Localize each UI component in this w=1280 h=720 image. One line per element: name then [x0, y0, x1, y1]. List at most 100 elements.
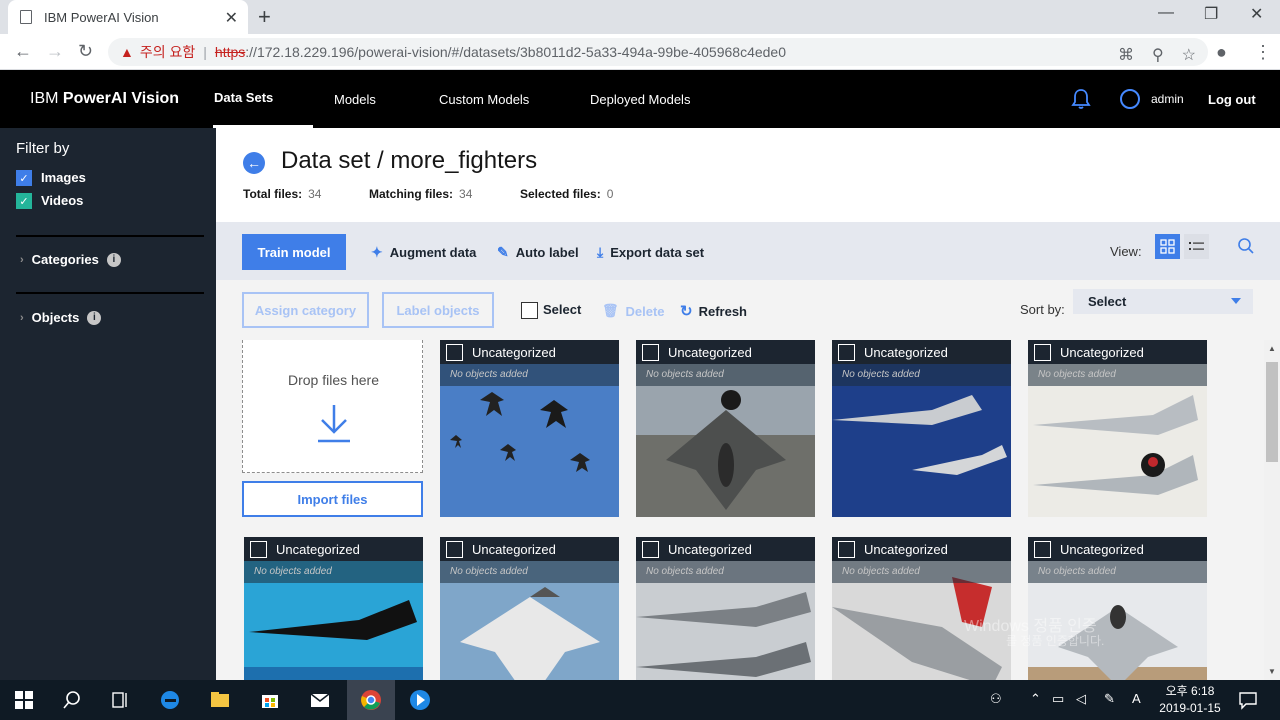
- scroll-down-icon[interactable]: ▼: [1268, 667, 1276, 676]
- assign-category-button[interactable]: Assign category: [242, 292, 369, 328]
- logout-link[interactable]: Log out: [1208, 92, 1256, 107]
- videos-checkbox[interactable]: ✓: [16, 193, 32, 209]
- auto-label-button[interactable]: ✎ Auto label: [497, 244, 579, 261]
- image-tile[interactable]: Uncategorized No objects added: [1028, 340, 1207, 517]
- browser-tab[interactable]: IBM PowerAI Vision ✕: [8, 0, 248, 34]
- search-icon[interactable]: [60, 688, 84, 712]
- chrome-icon[interactable]: [359, 688, 383, 712]
- new-tab-icon[interactable]: +: [258, 4, 271, 30]
- grid-view-icon[interactable]: [1155, 234, 1180, 259]
- train-model-button[interactable]: Train model: [242, 234, 346, 270]
- select-all-checkbox[interactable]: [521, 302, 538, 319]
- info-icon[interactable]: i: [106, 252, 121, 267]
- sort-by-label: Sort by:: [1020, 302, 1065, 317]
- augment-data-button[interactable]: ✦ Augment data: [371, 244, 476, 261]
- windows-start-icon[interactable]: [12, 688, 36, 712]
- info-icon[interactable]: i: [87, 310, 102, 325]
- input-method-icon[interactable]: A: [1132, 691, 1141, 706]
- tile-checkbox[interactable]: [446, 343, 463, 361]
- videos-filter-label[interactable]: Videos: [41, 193, 83, 208]
- minimize-icon[interactable]: —: [1158, 4, 1174, 22]
- chevron-right-icon: ›: [20, 253, 24, 266]
- reload-icon[interactable]: ↻: [78, 41, 93, 62]
- notifications-icon[interactable]: [1236, 688, 1260, 712]
- images-filter-label[interactable]: Images: [41, 170, 86, 185]
- image-tile[interactable]: Uncategorized No objects added: [1028, 537, 1207, 680]
- search-icon[interactable]: [1237, 237, 1255, 255]
- vertical-scrollbar[interactable]: ▲ ▼: [1264, 340, 1280, 680]
- zoom-icon[interactable]: ⚲: [1152, 45, 1164, 65]
- people-icon[interactable]: ⚇: [990, 691, 1002, 707]
- notification-bell-icon[interactable]: [1071, 88, 1091, 110]
- refresh-label: Refresh: [698, 303, 747, 319]
- total-files-value: 34: [308, 187, 322, 201]
- image-tile[interactable]: Uncategorized No objects added: [440, 537, 619, 680]
- translate-icon[interactable]: ⌘: [1118, 45, 1134, 65]
- store-icon[interactable]: [258, 688, 282, 712]
- forward-arrow-icon[interactable]: →: [46, 41, 64, 62]
- menu-kebab-icon[interactable]: ⋮: [1254, 42, 1272, 63]
- tile-objects: No objects added: [636, 561, 815, 583]
- scroll-up-icon[interactable]: ▲: [1268, 344, 1276, 353]
- tile-objects: No objects added: [440, 364, 619, 386]
- tile-checkbox[interactable]: [642, 540, 659, 558]
- sort-select[interactable]: Select: [1073, 289, 1253, 314]
- tile-header: Uncategorized: [1028, 537, 1207, 561]
- tile-checkbox[interactable]: [250, 540, 267, 558]
- drop-zone[interactable]: Drop files here: [242, 340, 423, 473]
- network-icon[interactable]: ▭: [1052, 691, 1064, 707]
- volume-icon[interactable]: ◁: [1076, 691, 1086, 707]
- edge-browser-icon[interactable]: [158, 688, 182, 712]
- app-arrow-icon[interactable]: [408, 688, 432, 712]
- nav-custom-models[interactable]: Custom Models: [439, 92, 529, 107]
- image-tile[interactable]: Uncategorized No objects added: [832, 340, 1011, 517]
- user-avatar-icon[interactable]: [1120, 89, 1140, 109]
- restore-icon[interactable]: ❐: [1204, 4, 1218, 24]
- file-explorer-icon[interactable]: [208, 688, 232, 712]
- nav-deployed-models[interactable]: Deployed Models: [590, 92, 690, 107]
- close-window-icon[interactable]: ✕: [1250, 4, 1263, 24]
- brand-logo[interactable]: IBM PowerAI Vision: [30, 90, 179, 108]
- secondary-toolbar: Assign category Label objects Select 🗑 De…: [216, 280, 1280, 340]
- pen-icon[interactable]: ✎: [1104, 691, 1115, 707]
- image-tile[interactable]: Uncategorized No objects added: [636, 340, 815, 517]
- image-tile[interactable]: Uncategorized No objects added: [832, 537, 1011, 680]
- back-arrow-icon[interactable]: ←: [14, 41, 32, 62]
- nav-data-sets[interactable]: Data Sets: [214, 90, 273, 105]
- list-view-icon[interactable]: [1184, 234, 1209, 259]
- image-tile[interactable]: Uncategorized No objects added: [636, 537, 815, 680]
- tile-checkbox[interactable]: [838, 540, 855, 558]
- select-all-label[interactable]: Select: [543, 302, 581, 317]
- back-icon[interactable]: ←: [243, 152, 265, 174]
- mail-icon[interactable]: [308, 688, 332, 712]
- image-tile[interactable]: Uncategorized No objects added: [440, 340, 619, 517]
- profile-icon[interactable]: ●: [1216, 42, 1227, 63]
- images-checkbox[interactable]: ✓: [16, 170, 32, 186]
- windows-taskbar: ⚇ ⌃ ▭ ◁ ✎ A 오후 6:18 2019-01-15: [0, 680, 1280, 720]
- bookmark-star-icon[interactable]: ☆: [1182, 45, 1196, 65]
- username[interactable]: admin: [1151, 92, 1184, 106]
- tile-checkbox[interactable]: [838, 343, 855, 361]
- export-data-set-button[interactable]: ⤓ Export data set: [597, 244, 704, 261]
- label-objects-button[interactable]: Label objects: [382, 292, 494, 328]
- close-tab-icon[interactable]: ✕: [225, 8, 238, 28]
- tile-category: Uncategorized: [1060, 541, 1144, 557]
- system-clock[interactable]: 오후 6:18 2019-01-15: [1158, 683, 1222, 717]
- categories-section[interactable]: › Categories i: [20, 252, 121, 267]
- url-field[interactable]: ▲ 주의 요함 | https ://172.18.229.196/powera…: [108, 38, 1208, 66]
- task-view-icon[interactable]: [108, 688, 132, 712]
- refresh-button[interactable]: ↻ Refresh: [680, 302, 747, 320]
- security-warning[interactable]: 주의 요함: [140, 42, 195, 62]
- show-hidden-icons[interactable]: ⌃: [1030, 691, 1041, 707]
- import-files-button[interactable]: Import files: [242, 481, 423, 517]
- tile-checkbox[interactable]: [642, 343, 659, 361]
- scrollbar-thumb[interactable]: [1266, 362, 1278, 462]
- tile-checkbox[interactable]: [446, 540, 463, 558]
- image-tile[interactable]: Uncategorized No objects added: [244, 537, 423, 680]
- delete-button[interactable]: 🗑 Delete: [602, 303, 665, 319]
- objects-section[interactable]: › Objects i: [20, 310, 102, 325]
- primary-toolbar: Train model ✦ Augment data ✎ Auto label ⤓ E…: [216, 222, 1280, 280]
- nav-models[interactable]: Models: [334, 92, 376, 107]
- tile-checkbox[interactable]: [1034, 343, 1051, 361]
- tile-checkbox[interactable]: [1034, 540, 1051, 558]
